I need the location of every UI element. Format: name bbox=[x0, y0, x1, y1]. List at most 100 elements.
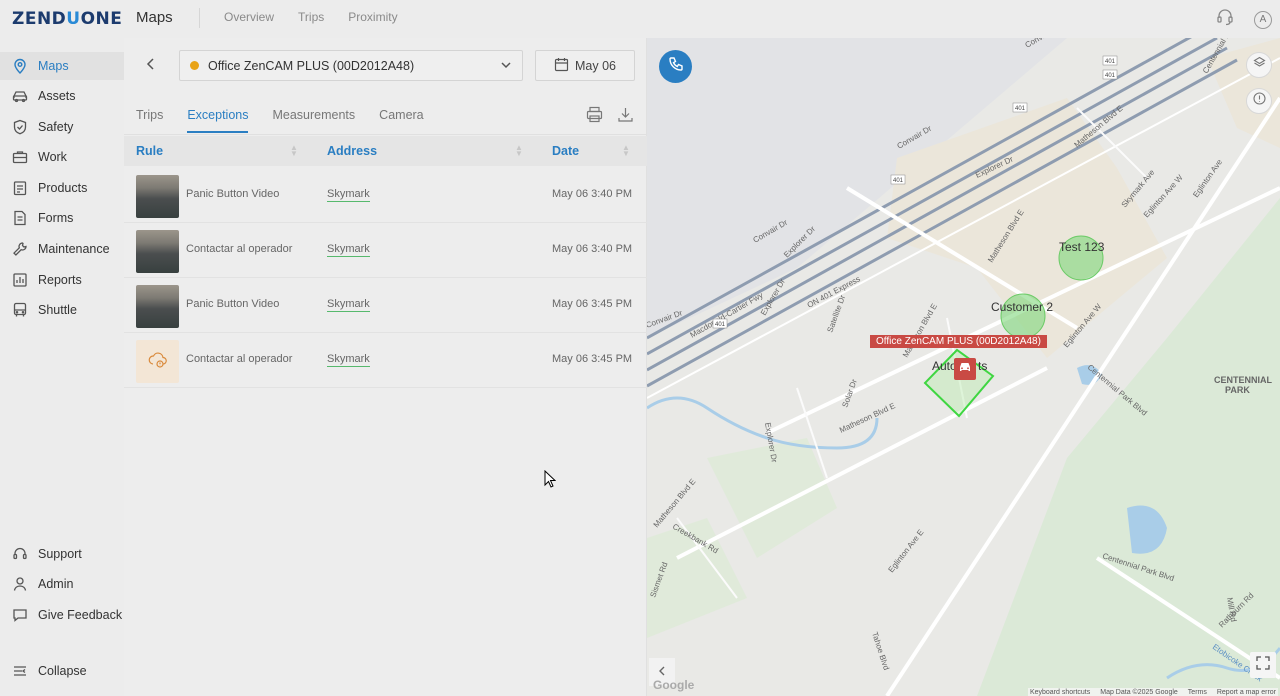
call-button[interactable] bbox=[659, 50, 692, 83]
tab-camera[interactable]: Camera bbox=[379, 108, 423, 133]
svg-text:401: 401 bbox=[893, 178, 904, 184]
address-link[interactable]: Skymark bbox=[327, 243, 370, 257]
address-link[interactable]: Skymark bbox=[327, 353, 370, 367]
sidebar-item-assets[interactable]: Assets bbox=[0, 82, 124, 110]
sidebar-item-shuttle[interactable]: Shuttle bbox=[0, 296, 124, 324]
user-avatar[interactable]: A bbox=[1254, 10, 1272, 29]
device-select-value: Office ZenCAM PLUS (00D2012A48) bbox=[208, 58, 415, 73]
sidebar: Maps Assets Safety Work Products Forms M… bbox=[0, 38, 124, 696]
sidebar-item-maintenance[interactable]: Maintenance bbox=[0, 235, 124, 263]
map-view[interactable]: Convair Dr Convair Dr Explorer Dr Explor… bbox=[647, 38, 1280, 696]
report-error-link[interactable]: Report a map error bbox=[1217, 689, 1276, 696]
video-thumbnail[interactable] bbox=[136, 175, 179, 218]
layers-icon bbox=[1252, 56, 1266, 74]
table-row[interactable]: Contactar al operador Skymark May 06 3:4… bbox=[124, 333, 647, 388]
date-value: May 06 bbox=[575, 58, 616, 73]
thumbnail-placeholder bbox=[136, 340, 179, 383]
divider bbox=[199, 8, 200, 28]
sort-icon[interactable]: ▲ ▼ bbox=[290, 144, 298, 158]
collapse-button[interactable]: Collapse bbox=[0, 657, 124, 685]
sidebar-item-products[interactable]: Products bbox=[0, 174, 124, 202]
sidebar-item-label: Shuttle bbox=[38, 303, 77, 317]
date-picker-button[interactable]: May 06 bbox=[535, 50, 635, 81]
device-select[interactable]: Office ZenCAM PLUS (00D2012A48) bbox=[179, 50, 523, 81]
logo-text-a: ZEND bbox=[12, 9, 67, 29]
shield-icon bbox=[12, 119, 28, 135]
svg-text:401: 401 bbox=[1105, 59, 1116, 65]
tab-actions bbox=[586, 106, 634, 128]
sidebar-item-admin[interactable]: Admin bbox=[0, 570, 124, 598]
clipboard-icon bbox=[12, 180, 28, 196]
nav-overview[interactable]: Overview bbox=[224, 10, 274, 24]
top-nav: Overview Trips Proximity bbox=[224, 10, 398, 24]
layers-button[interactable] bbox=[1246, 52, 1272, 78]
sidebar-item-reports[interactable]: Reports bbox=[0, 266, 124, 294]
keyboard-shortcuts-link[interactable]: Keyboard shortcuts bbox=[1030, 689, 1090, 696]
sidebar-item-support[interactable]: Support bbox=[0, 540, 124, 568]
nav-proximity[interactable]: Proximity bbox=[348, 10, 397, 24]
map-pin-icon bbox=[12, 58, 28, 74]
map-attribution: Keyboard shortcuts Map Data ©2025 Google… bbox=[1027, 688, 1278, 696]
sidebar-item-maps[interactable]: Maps bbox=[0, 52, 124, 80]
document-icon bbox=[12, 210, 28, 226]
geofence-label[interactable]: ts bbox=[978, 359, 987, 373]
sort-icon[interactable]: ▲ ▼ bbox=[515, 144, 523, 158]
nav-trips[interactable]: Trips bbox=[298, 10, 324, 24]
rule-cell: Panic Button Video bbox=[186, 188, 280, 200]
sidebar-item-label: Safety bbox=[38, 120, 74, 134]
sidebar-item-give-feedback[interactable]: Give Feedback bbox=[0, 601, 124, 629]
collapse-label: Collapse bbox=[38, 664, 87, 678]
date-cell: May 06 3:45 PM bbox=[552, 353, 633, 365]
table-row[interactable]: Contactar al operador Skymark May 06 3:4… bbox=[124, 223, 647, 278]
svg-text:401: 401 bbox=[715, 322, 726, 328]
fullscreen-button[interactable] bbox=[1250, 652, 1276, 678]
sort-icon[interactable]: ▲ ▼ bbox=[622, 144, 630, 158]
sidebar-item-label: Reports bbox=[38, 273, 82, 287]
address-link[interactable]: Skymark bbox=[327, 188, 370, 202]
svg-text:401: 401 bbox=[1105, 73, 1116, 79]
column-header-rule[interactable]: Rule bbox=[136, 144, 163, 158]
sidebar-item-safety[interactable]: Safety bbox=[0, 113, 124, 141]
info-button[interactable] bbox=[1246, 88, 1272, 114]
vehicle-marker[interactable] bbox=[954, 358, 976, 380]
table-row[interactable]: Panic Button Video Skymark May 06 3:40 P… bbox=[124, 168, 647, 223]
column-header-address[interactable]: Address bbox=[327, 144, 377, 158]
tab-measurements[interactable]: Measurements bbox=[272, 108, 355, 133]
video-thumbnail[interactable] bbox=[136, 285, 179, 328]
rule-cell: Contactar al operador bbox=[186, 353, 293, 365]
bus-icon bbox=[12, 302, 28, 318]
tab-exceptions[interactable]: Exceptions bbox=[187, 108, 249, 133]
svg-text:401: 401 bbox=[1015, 106, 1026, 112]
sidebar-item-forms[interactable]: Forms bbox=[0, 204, 124, 232]
vehicle-label[interactable]: Office ZenCAM PLUS (00D2012A48) bbox=[870, 335, 1047, 348]
video-thumbnail[interactable] bbox=[136, 230, 179, 273]
chevron-left-icon bbox=[146, 57, 156, 73]
top-icons: A bbox=[1216, 8, 1272, 31]
download-icon[interactable] bbox=[617, 106, 634, 128]
geofence-label[interactable]: Test 123 bbox=[1059, 240, 1104, 254]
sidebar-item-label: Maintenance bbox=[38, 242, 110, 256]
table-header: Rule ▲ ▼ Address ▲ ▼ Date ▲ ▼ bbox=[124, 136, 647, 166]
device-status-dot bbox=[190, 61, 199, 70]
logo-text-c: ONE bbox=[80, 9, 123, 29]
print-icon[interactable] bbox=[586, 106, 603, 128]
sidebar-item-label: Products bbox=[38, 181, 88, 195]
zenduone-logo[interactable]: ZENDUONE bbox=[12, 9, 122, 29]
chevron-down-icon bbox=[500, 59, 512, 74]
headset-icon[interactable] bbox=[1216, 8, 1234, 31]
headset-icon bbox=[12, 546, 28, 562]
geofence-label[interactable]: Customer 2 bbox=[991, 300, 1053, 314]
fullscreen-icon bbox=[1256, 655, 1270, 675]
sidebar-item-work[interactable]: Work bbox=[0, 143, 124, 171]
address-link[interactable]: Skymark bbox=[327, 298, 370, 312]
rule-cell: Panic Button Video bbox=[186, 298, 280, 310]
date-cell: May 06 3:45 PM bbox=[552, 298, 633, 310]
geofence-label[interactable]: Auto bbox=[932, 359, 957, 373]
terms-link[interactable]: Terms bbox=[1188, 689, 1207, 696]
tab-trips[interactable]: Trips bbox=[136, 108, 163, 133]
table-row[interactable]: Panic Button Video Skymark May 06 3:45 P… bbox=[124, 278, 647, 333]
back-button[interactable] bbox=[140, 54, 162, 76]
calendar-icon bbox=[554, 57, 569, 75]
column-header-date[interactable]: Date bbox=[552, 144, 579, 158]
briefcase-icon bbox=[12, 149, 28, 165]
